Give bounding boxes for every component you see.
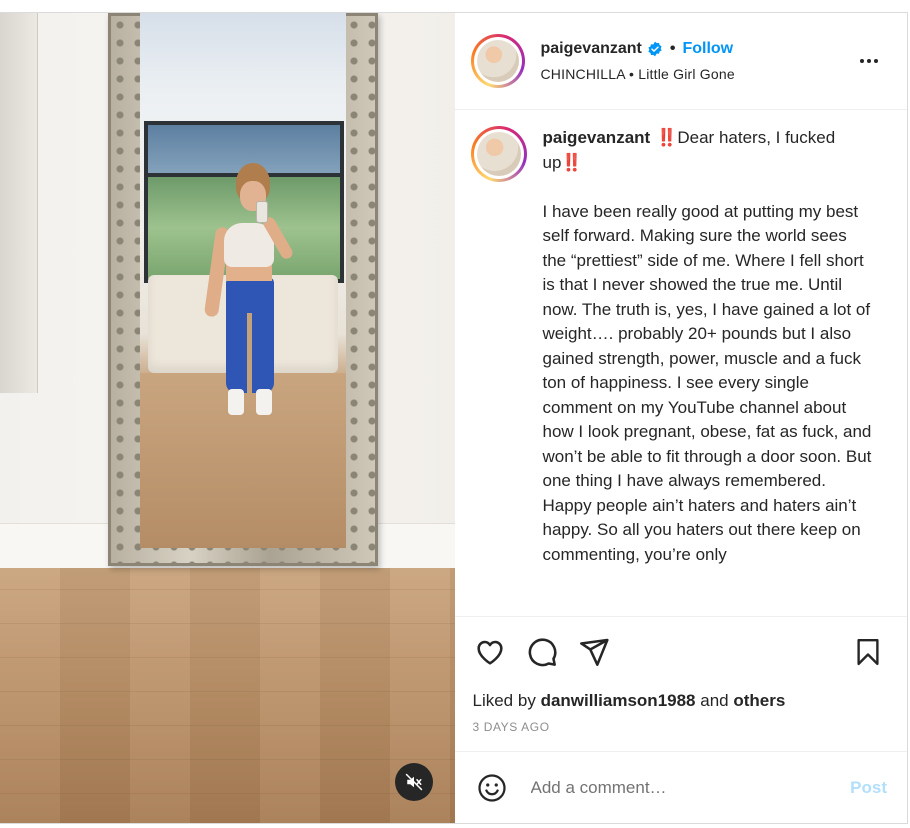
video-door [0,13,38,393]
caption-avatar-border [473,129,524,179]
caption-text: I have been really good at putting my be… [542,201,872,564]
avatar[interactable] [470,34,525,88]
liked-by-others[interactable]: others [733,691,785,710]
bookmark-icon[interactable] [851,635,885,669]
more-options-icon[interactable] [857,49,881,73]
caption-avatar-image [476,132,521,176]
mute-button[interactable] [394,763,433,801]
caption-section: paigevanzant ‼️Dear haters, I fucked up‼️… [455,110,908,616]
comment-bar: Post [454,751,907,823]
avatar-image [476,40,519,82]
post-header: paigevanzant • Follow CHINCHILLA • Littl… [454,13,907,110]
separator-dot: • [669,40,676,57]
header-top-row: paigevanzant • Follow [541,40,735,58]
post-info-panel: paigevanzant • Follow CHINCHILLA • Littl… [454,13,908,823]
post-actions: Liked by danwilliamson1988 and others 3 … [454,616,907,751]
caption-avatar[interactable] [470,126,527,182]
reflection-ceiling [140,13,346,83]
heart-icon[interactable] [473,635,507,669]
header-text: paigevanzant • Follow CHINCHILLA • Littl… [541,40,735,82]
person-sock-left [228,389,244,415]
video-person [198,163,298,433]
post-timestamp[interactable]: 3 DAYS AGO [473,720,892,734]
likes-summary: Liked by danwilliamson1988 and others [473,691,892,711]
liked-by-prefix: Liked by [472,691,536,710]
comment-bubble-icon[interactable] [525,635,559,669]
audio-label[interactable]: CHINCHILLA • Little Girl Gone [541,66,735,82]
paper-plane-icon[interactable] [577,635,611,669]
author-username[interactable]: paigevanzant [541,40,642,58]
emoji-smiley-icon[interactable] [475,771,509,805]
person-leg-gap [247,313,252,395]
comment-input[interactable] [530,777,851,798]
post-video[interactable] [0,13,455,823]
caption-username[interactable]: paigevanzant [543,128,651,147]
liked-by-and: and [700,691,729,710]
avatar-border [473,37,522,85]
action-icon-row [473,635,892,669]
post-dialog: paigevanzant • Follow CHINCHILLA • Littl… [0,12,908,824]
caption: paigevanzant ‼️Dear haters, I fucked up‼️… [543,126,873,616]
follow-button[interactable]: Follow [682,40,733,58]
speaker-muted-icon [405,773,422,791]
person-sock-right [256,389,272,415]
liked-by-user[interactable]: danwilliamson1988 [541,691,696,710]
video-floor [0,568,455,823]
person-phone [256,201,268,223]
post-comment-button[interactable]: Post [850,778,887,798]
verified-badge-icon [647,41,663,57]
